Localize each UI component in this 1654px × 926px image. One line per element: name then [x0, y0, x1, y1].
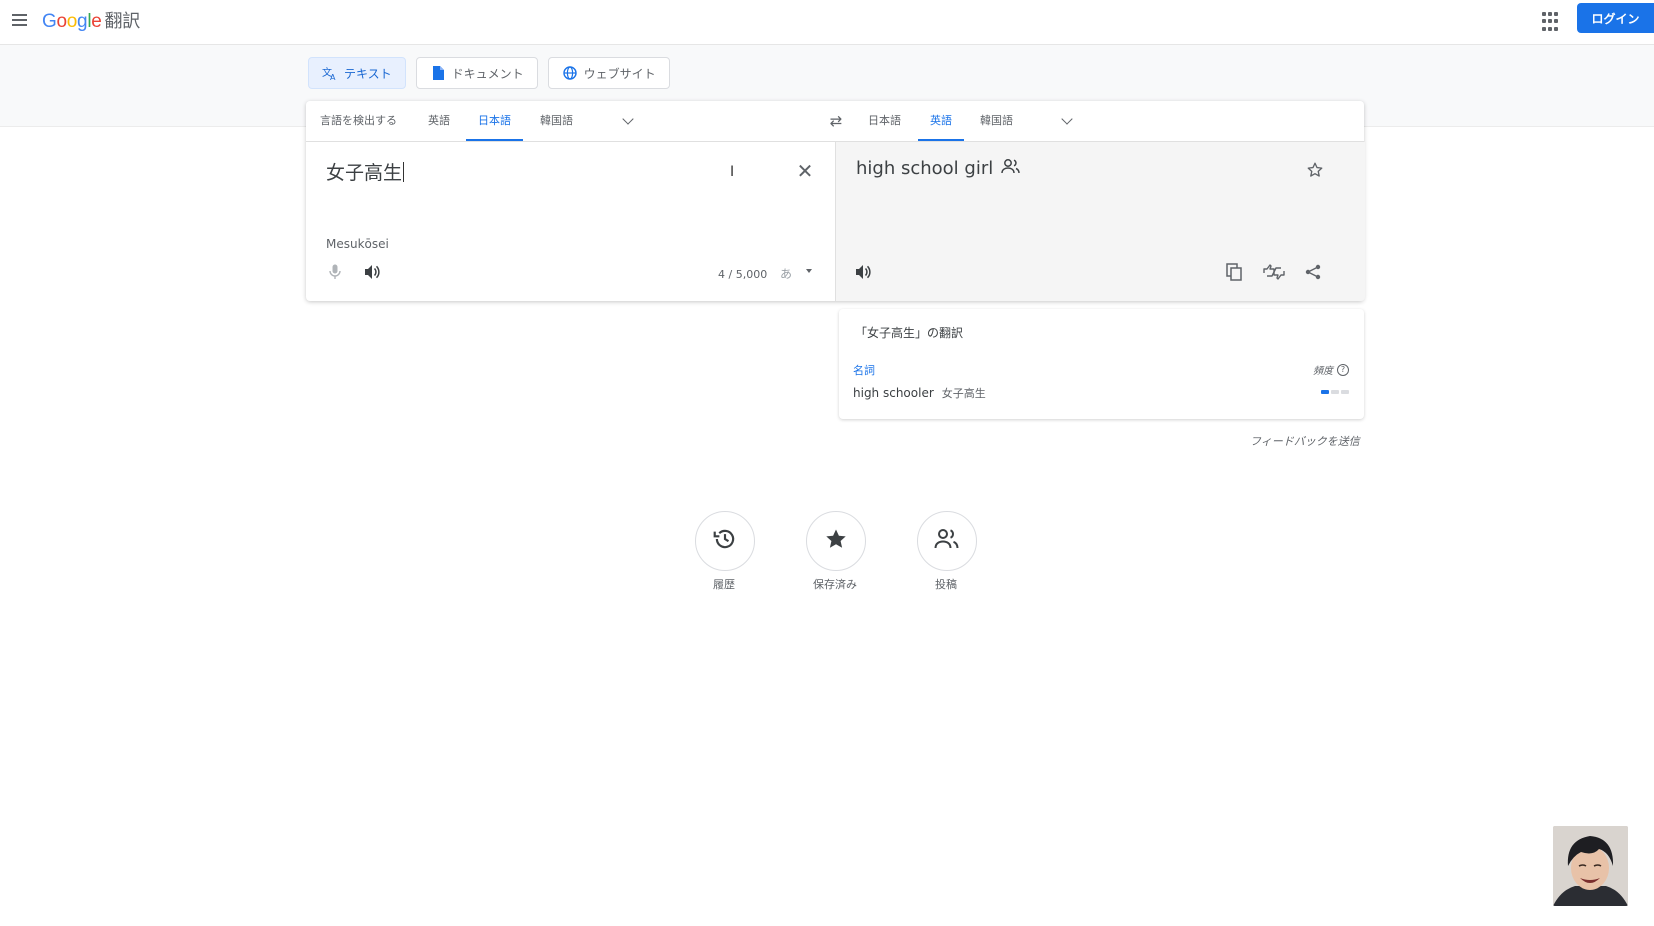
source-lang-detect[interactable]: 言語を検出する: [320, 101, 397, 141]
source-lang-more-chevron-icon[interactable]: [620, 113, 636, 129]
product-name: 翻訳: [104, 11, 141, 31]
tab-text[interactable]: 文A テキスト: [308, 57, 406, 89]
source-romanization: Mesukōsei: [326, 237, 389, 251]
history-label: 履歴: [713, 578, 735, 591]
saved-label: 保存済み: [813, 578, 857, 591]
target-pane: high school girl: [835, 142, 1365, 301]
source-text: 女子高生: [326, 162, 403, 184]
tab-website-label: ウェブサイト: [583, 66, 656, 81]
copy-icon[interactable]: [1222, 260, 1246, 284]
input-tools-dropdown-icon[interactable]: [806, 269, 812, 273]
text-cursor-icon: I: [730, 164, 735, 180]
google-apps-icon[interactable]: [1540, 10, 1564, 34]
source-lang-english[interactable]: 英語: [428, 101, 450, 141]
target-lang-english[interactable]: 英語: [918, 101, 964, 141]
tab-website[interactable]: ウェブサイト: [547, 57, 670, 89]
document-icon: [430, 65, 446, 81]
swap-languages-icon[interactable]: ⇄: [825, 112, 847, 130]
target-listen-icon[interactable]: [852, 260, 876, 284]
globe-icon: [562, 65, 578, 81]
main-menu-icon[interactable]: [11, 9, 33, 31]
google-translate-logo[interactable]: Google 翻訳: [42, 7, 140, 33]
frequency-header: 頻度 ?: [1313, 362, 1349, 377]
history-icon: [712, 526, 738, 556]
frequency-segment: [1321, 390, 1329, 394]
source-lang-korean[interactable]: 韓国語: [540, 101, 573, 141]
contribute-label: 投稿: [935, 578, 957, 591]
star-filled-icon: [824, 527, 848, 555]
frequency-segment: [1341, 390, 1349, 394]
frequency-bar: [1321, 390, 1349, 394]
translation-output: high school girl: [856, 158, 1021, 179]
translation-text: high school girl: [856, 158, 994, 179]
community-verified-icon: [1001, 158, 1021, 179]
frequency-segment: [1331, 390, 1339, 394]
history-button[interactable]: [695, 511, 755, 571]
entry-word: high schooler: [853, 386, 934, 400]
svg-text:A: A: [330, 73, 336, 81]
top-bar: Google 翻訳 ログイン: [0, 0, 1654, 45]
rate-translation-icon[interactable]: [1262, 260, 1286, 284]
source-listen-icon[interactable]: [361, 260, 385, 284]
microphone-icon[interactable]: [323, 260, 347, 284]
tab-document-label: ドキュメント: [451, 66, 524, 81]
saved-button[interactable]: [806, 511, 866, 571]
help-icon[interactable]: ?: [1337, 363, 1349, 376]
source-pane: 女子高生 I ✕ Mesukōsei 4 / 5,000 あ: [306, 142, 835, 301]
webcam-overlay: [1553, 826, 1628, 906]
tab-text-label: テキスト: [344, 66, 392, 81]
part-of-speech: 名詞: [853, 364, 875, 377]
send-feedback-link[interactable]: フィードバックを送信: [1250, 433, 1360, 449]
source-lang-japanese[interactable]: 日本語: [466, 101, 523, 141]
language-bar: 言語を検出する 英語 日本語 韓国語 ⇄ 日本語 英語 韓国語: [306, 101, 1364, 142]
mode-tabs: 文A テキスト ドキュメント ウェブサイト: [308, 57, 670, 89]
people-icon: [934, 528, 960, 554]
frequency-label: 頻度: [1313, 366, 1333, 377]
dictionary-entry[interactable]: high schooler 女子高生: [853, 385, 986, 401]
target-lang-japanese[interactable]: 日本語: [868, 101, 901, 141]
target-lang-more-chevron-icon[interactable]: [1059, 113, 1075, 129]
clear-text-icon[interactable]: ✕: [793, 159, 817, 183]
save-star-icon[interactable]: [1303, 158, 1327, 182]
contribute-button[interactable]: [917, 511, 977, 571]
translation-card: 言語を検出する 英語 日本語 韓国語 ⇄ 日本語 英語 韓国語 女子高生 I ✕…: [306, 101, 1365, 301]
dictionary-title: 「女子高生」の翻訳: [855, 326, 964, 340]
char-counter: 4 / 5,000: [718, 268, 768, 281]
dictionary-card: 「女子高生」の翻訳 名詞 頻度 ? high schooler 女子高生: [839, 309, 1364, 419]
target-lang-korean[interactable]: 韓国語: [980, 101, 1013, 141]
input-tools-button[interactable]: あ: [780, 265, 792, 282]
login-button[interactable]: ログイン: [1577, 3, 1654, 33]
share-icon[interactable]: [1301, 260, 1325, 284]
translate-icon: 文A: [322, 65, 338, 81]
tab-document[interactable]: ドキュメント: [415, 57, 538, 89]
entry-synonym[interactable]: 女子高生: [942, 387, 986, 400]
source-text-input[interactable]: 女子高生: [326, 158, 405, 185]
